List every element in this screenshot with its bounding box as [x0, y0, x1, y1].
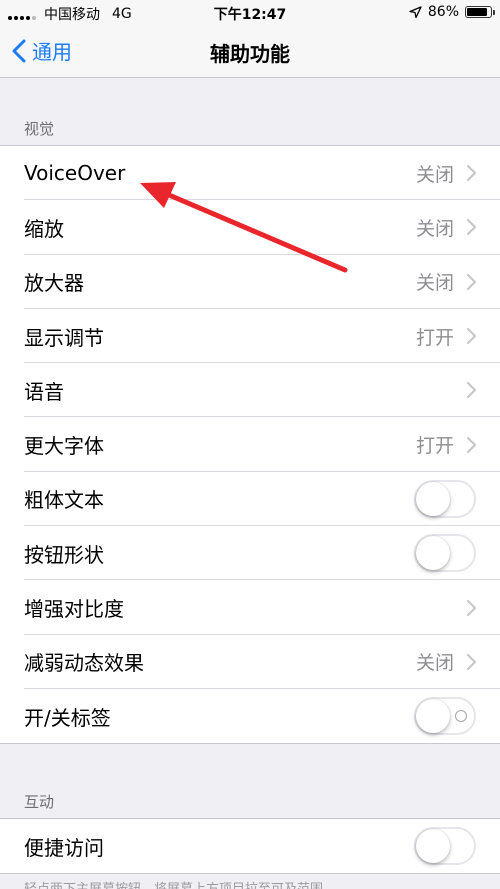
toggle-knob: [416, 699, 450, 734]
settings-row[interactable]: 减弱动态效果 关闭: [0, 635, 500, 690]
status-bar: 中国移动 4G 下午12:47 86%: [0, 0, 500, 26]
toggle-switch[interactable]: [414, 534, 476, 573]
settings-row-label: 粗体文本: [24, 488, 104, 513]
toggle-switch[interactable]: [414, 479, 476, 518]
settings-row-value: 关闭: [415, 163, 454, 186]
toggle-switch[interactable]: [414, 697, 476, 736]
settings-row-label: 更大字体: [24, 434, 104, 459]
settings-row-label: 减弱动态效果: [24, 651, 144, 676]
navigation-bar: 通用 辅助功能: [0, 26, 500, 78]
settings-row[interactable]: 开/关标签: [0, 689, 500, 743]
status-right: 86%: [409, 4, 495, 20]
settings-row-value: 关闭: [415, 217, 454, 240]
footer-description: 轻点两下主屏幕按钮，将屏幕上方项目拉至可及范围。: [24, 878, 336, 889]
battery-percent: 86%: [427, 4, 459, 20]
settings-row-label: 开/关标签: [24, 705, 111, 730]
battery-fill: [467, 8, 487, 16]
settings-row-label: 便捷访问: [24, 835, 104, 860]
chevron-right-icon: [466, 599, 477, 616]
settings-row[interactable]: 粗体文本: [0, 472, 500, 527]
location-arrow-icon: [409, 5, 422, 18]
chevron-right-icon: [466, 382, 477, 399]
page-title: 辅助功能: [210, 42, 290, 66]
settings-row[interactable]: 语音: [0, 363, 500, 418]
vision-settings-list: VoiceOver 关闭 缩放 关闭 放大器 关闭 显示调节 打开 语音 更大字体 打开 粗体文本 按钮…: [0, 145, 500, 745]
settings-row[interactable]: 缩放 关闭: [0, 200, 500, 255]
settings-row-value: 关闭: [415, 652, 454, 675]
chevron-right-icon: [466, 653, 477, 670]
interaction-settings-list: 便捷访问: [0, 818, 500, 875]
toggle-knob: [416, 536, 450, 571]
battery-icon: [465, 6, 495, 18]
settings-row-label: 增强对比度: [24, 597, 124, 622]
settings-row[interactable]: 放大器 关闭: [0, 255, 500, 310]
chevron-right-icon: [466, 273, 477, 290]
settings-row[interactable]: 显示调节 打开: [0, 309, 500, 364]
settings-row-value: 打开: [415, 435, 454, 458]
section-header-vision: 视觉: [24, 120, 55, 138]
toggle-switch[interactable]: [414, 827, 476, 866]
chevron-right-icon: [466, 165, 477, 182]
settings-row[interactable]: 便捷访问: [0, 819, 500, 873]
settings-row-value: 关闭: [415, 272, 454, 295]
settings-row[interactable]: VoiceOver 关闭: [0, 146, 500, 201]
settings-row[interactable]: 按钮形状: [0, 526, 500, 581]
toggle-knob: [416, 829, 450, 864]
settings-row[interactable]: 增强对比度: [0, 580, 500, 635]
off-label-ring-icon: [455, 710, 467, 723]
settings-row-value: 打开: [415, 326, 454, 349]
settings-row-label: 放大器: [24, 271, 84, 296]
settings-row[interactable]: 更大字体 打开: [0, 417, 500, 473]
settings-row-label: 按钮形状: [24, 542, 104, 567]
chevron-right-icon: [466, 327, 477, 345]
settings-row-label: 显示调节: [24, 325, 104, 350]
settings-row-label: VoiceOver: [24, 161, 126, 186]
settings-row-label: 语音: [24, 379, 64, 404]
toggle-knob: [416, 481, 450, 516]
settings-row-label: 缩放: [24, 216, 64, 241]
chevron-right-icon: [466, 219, 477, 236]
chevron-right-icon: [466, 436, 477, 453]
section-header-interaction: 互动: [24, 793, 55, 811]
